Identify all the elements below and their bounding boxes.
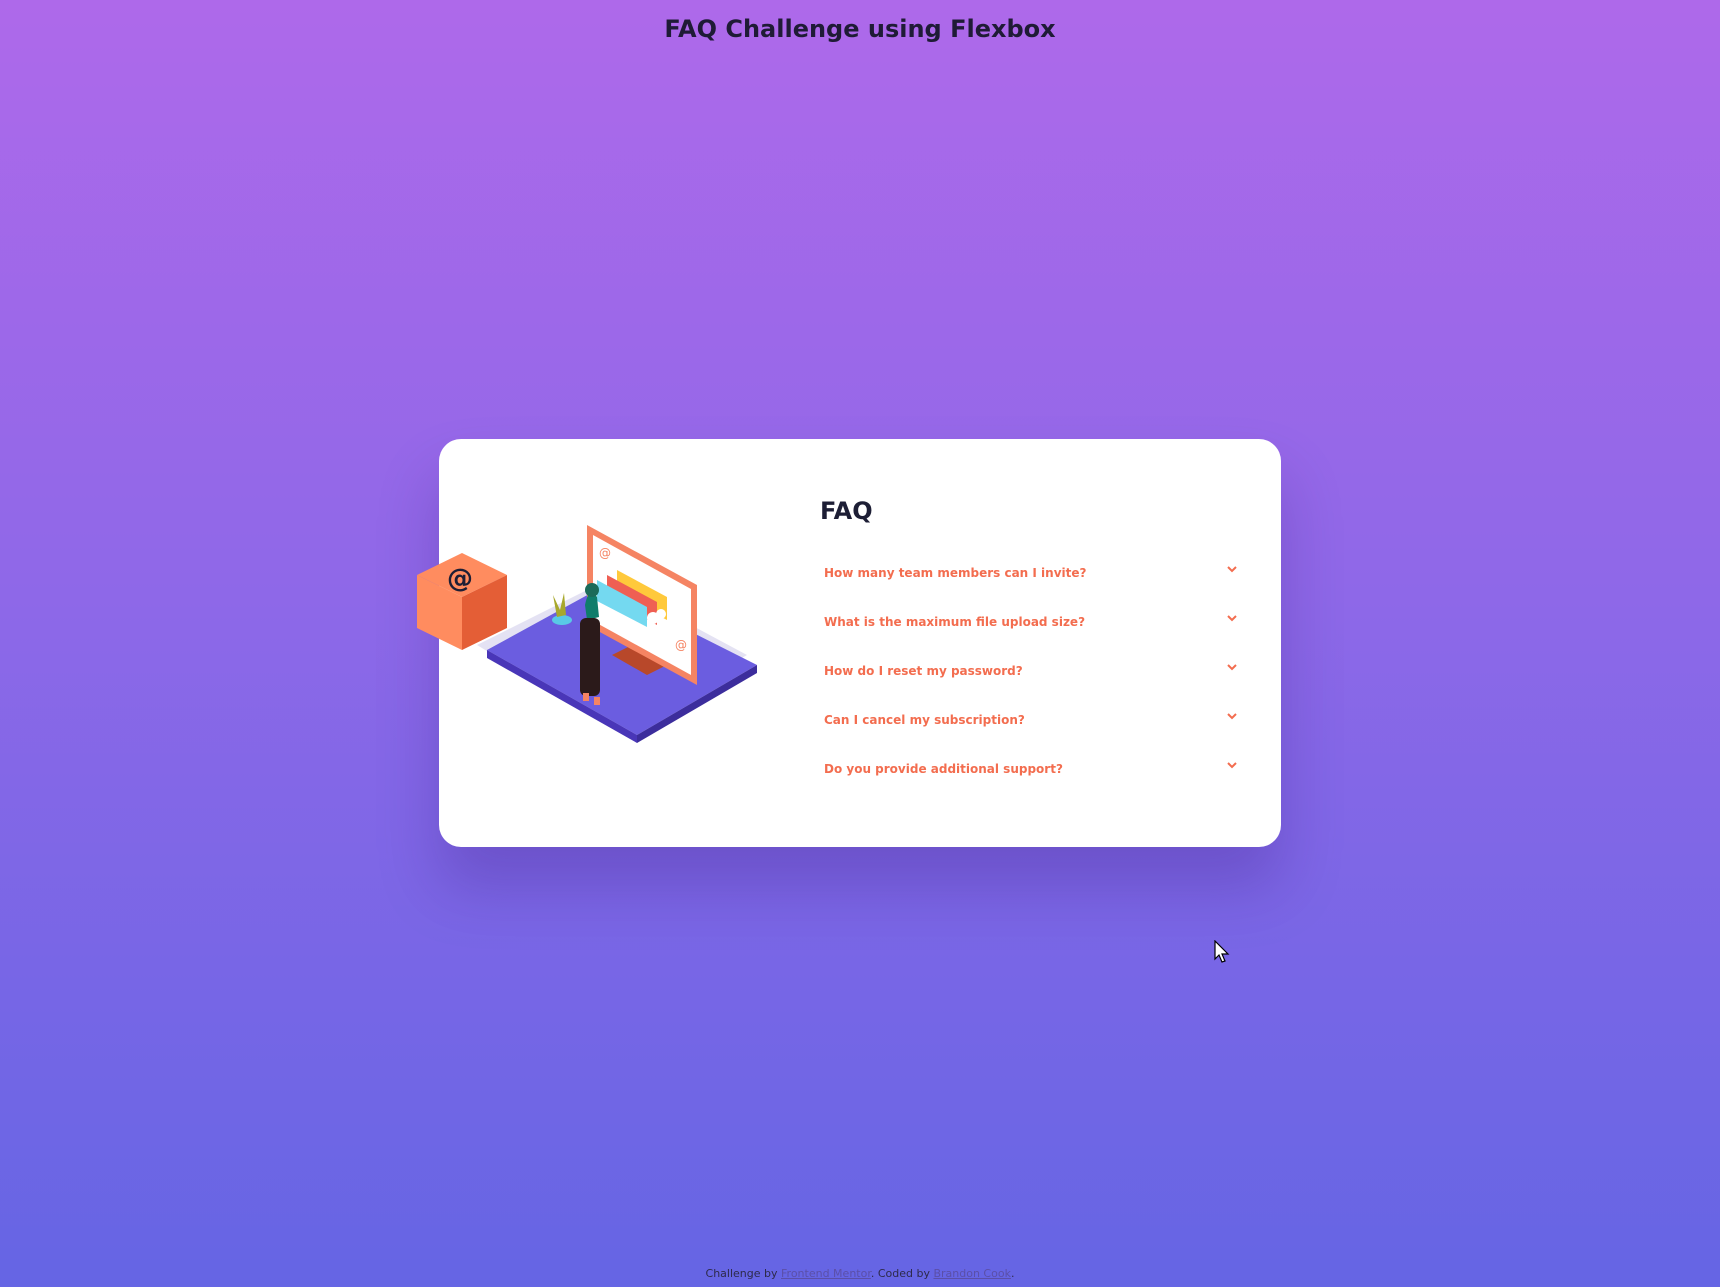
svg-text:@: @ [447, 564, 473, 594]
faq-question: What is the maximum file upload size? [824, 615, 1086, 629]
faq-item[interactable]: Do you provide additional support? [824, 755, 1249, 804]
faq-list: How many team members can I invite? What… [824, 559, 1249, 804]
faq-question: How do I reset my password? [824, 664, 1023, 678]
frontend-mentor-link[interactable]: Frontend Mentor [781, 1267, 871, 1280]
faq-question: Can I cancel my subscription? [824, 713, 1025, 727]
page-heading: FAQ Challenge using Flexbox [664, 15, 1056, 43]
faq-card: @ @ @ FAQ How many team members can I in… [417, 439, 1281, 847]
attribution-footer: Challenge by Frontend Mentor. Coded by B… [0, 1267, 1720, 1280]
woman-online-illustration: @ @ @ [417, 525, 757, 743]
chevron-down-icon[interactable] [1225, 660, 1239, 674]
footer-prefix: Challenge by [705, 1267, 778, 1280]
svg-text:@: @ [675, 638, 687, 652]
chevron-down-icon[interactable] [1225, 611, 1239, 625]
svg-text:@: @ [599, 546, 611, 560]
faq-item[interactable]: Can I cancel my subscription? [824, 706, 1249, 755]
chevron-down-icon[interactable] [1225, 758, 1239, 772]
faq-question: How many team members can I invite? [824, 566, 1087, 580]
faq-item[interactable]: How do I reset my password? [824, 657, 1249, 706]
author-link[interactable]: Brandon Cook [933, 1267, 1010, 1280]
footer-suffix: . [1010, 1267, 1015, 1280]
faq-item[interactable]: What is the maximum file upload size? [824, 608, 1249, 657]
faq-question: Do you provide additional support? [824, 762, 1063, 776]
mouse-cursor-icon [1214, 940, 1230, 963]
faq-item[interactable]: How many team members can I invite? [824, 559, 1249, 608]
chevron-down-icon[interactable] [1225, 709, 1239, 723]
faq-title: FAQ [820, 497, 873, 525]
chevron-down-icon[interactable] [1225, 562, 1239, 576]
footer-middle: . Coded by [870, 1267, 930, 1280]
